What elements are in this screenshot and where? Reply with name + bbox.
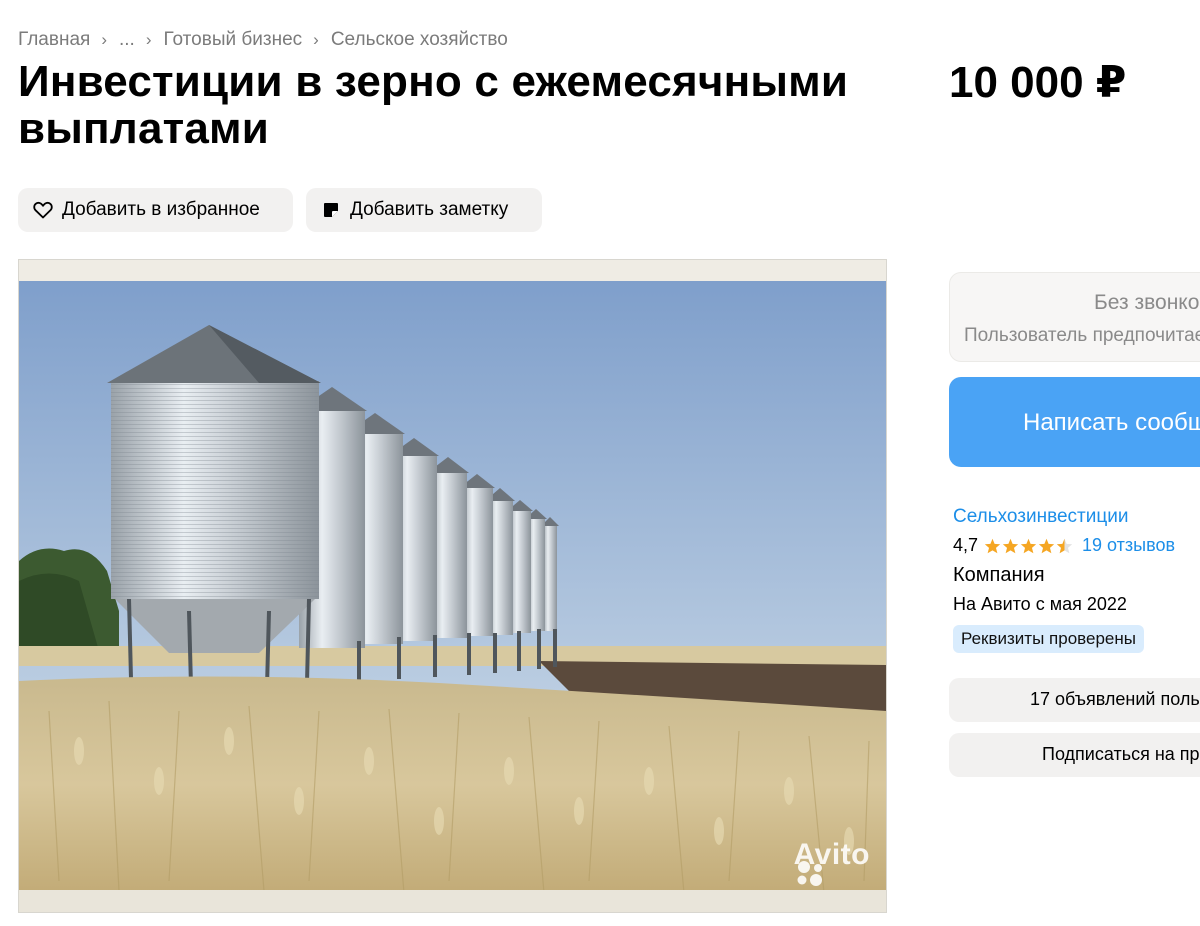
seller-ads-label: 17 объявлений пользователя <box>1030 689 1200 709</box>
breadcrumb-item-home[interactable]: Главная <box>18 29 90 51</box>
chevron-right-icon: › <box>313 30 319 49</box>
breadcrumb-item-ellipsis[interactable]: ... <box>119 29 135 51</box>
seller-type: Компания <box>953 564 1045 586</box>
listing-price: 10 000 ₽ <box>949 58 1127 107</box>
rating-value: 4,7 <box>953 535 979 555</box>
write-message-label: Написать сообщение <box>1023 409 1200 436</box>
star-icon <box>1038 538 1055 553</box>
add-to-favorites-button[interactable]: Добавить в избранное <box>18 188 293 232</box>
subscribe-seller-button[interactable]: Подписаться на продавца <box>949 733 1200 777</box>
breadcrumb-item-agriculture[interactable]: Сельское хозяйство <box>331 29 508 51</box>
listing-photo[interactable]: Avito <box>18 259 887 913</box>
add-note-button[interactable]: Добавить заметку <box>306 188 542 232</box>
chevron-right-icon: › <box>101 30 107 49</box>
breadcrumb: Главная › ... › Готовый бизнес › Сельско… <box>18 28 508 52</box>
avito-watermark: Avito <box>794 838 870 886</box>
verified-details-badge: Реквизиты проверены <box>953 625 1144 653</box>
subscribe-seller-label: Подписаться на продавца <box>1042 744 1200 764</box>
seller-name-link[interactable]: Сельхозинвестиции <box>953 506 1128 528</box>
chevron-right-icon: › <box>145 30 152 49</box>
avito-logo-icon <box>797 861 822 886</box>
seller-rating: 4,7 19 отзывов <box>953 535 1175 556</box>
grain-silos-photo <box>19 281 886 893</box>
photo-bottom-strip <box>19 890 886 912</box>
star-icon <box>1002 538 1019 553</box>
seller-ads-button[interactable]: 17 объявлений пользователя <box>949 678 1200 722</box>
star-icon <box>984 538 1001 553</box>
add-note-label: Добавить заметку <box>350 199 509 220</box>
seller-since: На Авито с мая 2022 <box>953 594 1127 614</box>
star-icon <box>1020 538 1037 553</box>
half-star-icon <box>1056 538 1073 553</box>
heart-icon <box>32 199 54 221</box>
listing-title: Инвестиции в зерно с ежемесячными выплат… <box>18 57 849 153</box>
rating-stars <box>984 538 1073 554</box>
no-calls-title: Без звонков <box>1094 291 1200 314</box>
breadcrumb-item-ready-business[interactable]: Готовый бизнес <box>164 29 303 51</box>
add-to-favorites-label: Добавить в избранное <box>62 199 260 220</box>
no-calls-subtitle: Пользователь предпочитает сообщения <box>964 325 1200 346</box>
note-icon <box>320 199 342 221</box>
reviews-link[interactable]: 19 отзывов <box>1082 535 1175 556</box>
no-calls-notice: Без звонков Пользователь предпочитает со… <box>949 272 1200 362</box>
write-message-button[interactable]: Написать сообщение <box>949 377 1200 467</box>
